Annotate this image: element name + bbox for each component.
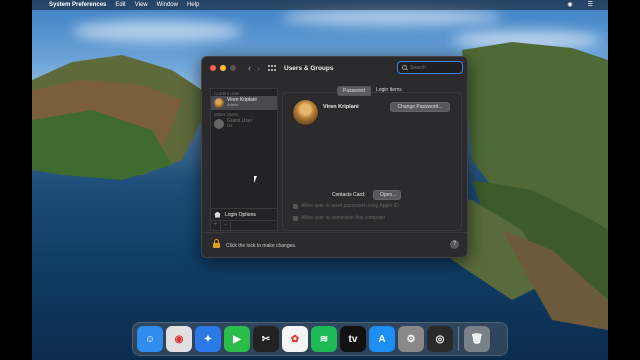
remove-user-button[interactable]: −	[221, 221, 231, 230]
dock-safari-icon[interactable]: ✦	[195, 326, 221, 352]
dock-trash-icon[interactable]: 🗑	[464, 326, 490, 352]
window-footer: Click the lock to make changes. ?	[202, 232, 467, 257]
users-groups-window: ‹ › Users & Groups Search Current User V…	[201, 56, 468, 258]
forward-arrow-icon[interactable]: ›	[257, 63, 260, 73]
sidebar-user-viren[interactable]: Viren Kriplani Admin	[211, 96, 277, 110]
add-user-button[interactable]: +	[211, 221, 221, 230]
other-users-label: Other Users	[214, 112, 239, 117]
menu-edit[interactable]: Edit	[115, 2, 125, 8]
dock: ☺ ◉ ✦ ▶ ✂ ✿ ≋ tv A ⚙ ◎ 🗑	[132, 322, 508, 356]
user-role: Off	[227, 123, 233, 129]
dock-separator	[458, 327, 459, 351]
search-icon	[402, 65, 407, 70]
help-button[interactable]: ?	[450, 240, 459, 249]
menu-bar: System Preferences Edit View Window Help…	[32, 0, 608, 10]
dock-finder-icon[interactable]: ☺	[137, 326, 163, 352]
add-remove-bar: + −	[211, 220, 277, 230]
show-all-grid-icon[interactable]	[268, 64, 276, 72]
mouse-cursor	[254, 176, 260, 183]
login-options-item[interactable]: Login Options	[211, 208, 277, 220]
dock-system-preferences-icon[interactable]: ⚙	[398, 326, 424, 352]
guest-avatar-icon	[214, 119, 224, 129]
user-role: Admin	[227, 102, 239, 108]
zoom-window-button[interactable]	[230, 65, 236, 71]
login-options-label: Login Options	[225, 211, 256, 218]
tab-password[interactable]: Password	[337, 86, 371, 96]
dock-app-store-icon[interactable]: A	[369, 326, 395, 352]
dock-facetime-icon[interactable]: ▶	[224, 326, 250, 352]
house-icon	[214, 211, 221, 218]
checkbox-label: Allow user to reset password using Apple…	[301, 203, 399, 209]
menu-view[interactable]: View	[135, 2, 148, 8]
back-arrow-icon[interactable]: ‹	[248, 63, 251, 73]
dock-photos-icon[interactable]: ✿	[282, 326, 308, 352]
menu-window[interactable]: Window	[157, 2, 178, 8]
close-window-button[interactable]	[210, 65, 216, 71]
lock-icon[interactable]	[213, 239, 220, 248]
contacts-card-label: Contacts Card:	[332, 192, 366, 198]
title-bar: ‹ › Users & Groups Search	[202, 57, 467, 79]
sidebar-user-guest[interactable]: Guest User Off	[211, 117, 277, 131]
current-user-label: Current User	[214, 91, 240, 96]
dock-final-cut-pro-icon[interactable]: ✂	[253, 326, 279, 352]
lock-hint-text: Click the lock to make changes.	[226, 243, 297, 249]
window-title: Users & Groups	[284, 64, 334, 72]
dock-chrome-icon[interactable]: ◉	[166, 326, 192, 352]
users-sidebar: Current User Viren Kriplani Admin Other …	[210, 88, 278, 231]
dock-obs-icon[interactable]: ◎	[427, 326, 453, 352]
checkbox[interactable]	[293, 215, 298, 221]
detail-user-name: Viren Kriplani	[323, 104, 359, 110]
menu-help[interactable]: Help	[187, 2, 199, 8]
dock-tv-icon[interactable]: tv	[340, 326, 366, 352]
avatar	[214, 98, 224, 108]
search-placeholder: Search	[410, 64, 426, 71]
change-password-button[interactable]: Change Password...	[390, 102, 450, 112]
open-contacts-button[interactable]: Open...	[373, 190, 401, 200]
administer-checkbox-row[interactable]: Allow user to administer this computer	[293, 215, 385, 221]
tab-login-items[interactable]: Login Items	[371, 86, 407, 96]
search-field[interactable]: Search	[397, 61, 463, 74]
checkbox-label: Allow user to administer this computer	[301, 215, 386, 221]
minimize-window-button[interactable]	[220, 65, 226, 71]
dock-spotify-icon[interactable]: ≋	[311, 326, 337, 352]
tab-bar: Password Login Items	[337, 86, 407, 96]
checkbox[interactable]	[293, 203, 298, 209]
obs-status-icon[interactable]: ◉	[567, 1, 572, 8]
app-menu[interactable]: System Preferences	[49, 2, 106, 8]
control-center-icon[interactable]: ☰	[588, 1, 593, 8]
reset-password-checkbox-row[interactable]: Allow user to reset password using Apple…	[293, 203, 399, 209]
user-avatar-large[interactable]	[292, 99, 319, 126]
